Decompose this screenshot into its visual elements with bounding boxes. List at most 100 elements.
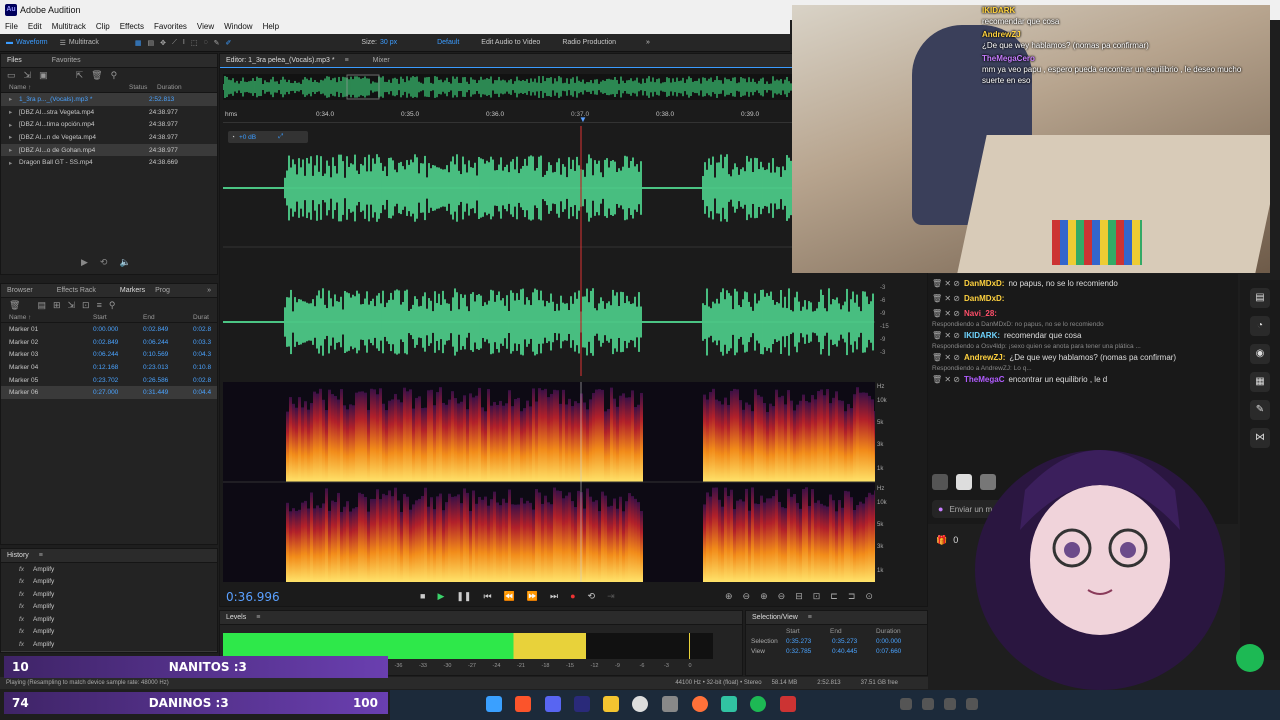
editor-tab[interactable]: Editor: 1_3ra pelea_(Vocals).mp3 * xyxy=(226,57,335,64)
marker-end[interactable]: 0:31.449 xyxy=(143,389,193,396)
mixer-tab[interactable]: Mixer xyxy=(373,57,390,64)
time-selection-icon[interactable]: I xyxy=(183,39,185,47)
fast-forward-icon[interactable]: ⏩ xyxy=(527,591,538,602)
layout-icon[interactable]: ▦ xyxy=(1250,372,1270,392)
chat-username[interactable]: DanMDxD: xyxy=(964,294,1004,303)
marker-duration[interactable]: 0:03.3 xyxy=(193,339,211,346)
tray-icon[interactable] xyxy=(922,698,934,710)
mic-icon[interactable]: ● xyxy=(938,504,943,514)
streamlabs-icon[interactable] xyxy=(721,696,737,712)
menu-favorites[interactable]: Favorites xyxy=(149,20,192,34)
play-icon[interactable]: ▶ xyxy=(437,591,444,602)
obs-icon[interactable] xyxy=(632,696,648,712)
lasso-icon[interactable]: ◌ xyxy=(203,39,207,47)
marker-item[interactable]: Marker 02 0:02.849 0:06.244 0:03.3 xyxy=(1,336,217,349)
marker-insert-icon[interactable]: ▤ xyxy=(37,300,46,311)
chat-username[interactable]: IKIDARK: xyxy=(964,331,1000,340)
record-icon[interactable]: ● xyxy=(570,591,575,602)
history-item[interactable]: fxDelete Audio xyxy=(1,650,217,652)
menu-window[interactable]: Window xyxy=(219,20,257,34)
marker-start[interactable]: 0:00.000 xyxy=(93,326,143,333)
levels-menu-icon[interactable]: ≡ xyxy=(256,614,260,621)
chat-username[interactable]: AndrewZJ: xyxy=(964,353,1005,362)
mod-actions-icon[interactable]: 🗑 ✕ ⊘ xyxy=(932,279,960,288)
history-item[interactable]: fx Amplify xyxy=(1,576,217,589)
view-start[interactable]: 0:32.785 xyxy=(786,648,832,655)
file-explorer-icon[interactable] xyxy=(603,696,619,712)
delete-icon[interactable]: 🗑 xyxy=(91,70,102,81)
overview-waveform[interactable] xyxy=(223,74,793,100)
workspace-radio-production[interactable]: Radio Production xyxy=(562,39,616,46)
file-item[interactable]: ▸ [DBZ AI...o de Gohan.mp4 24:38.977 xyxy=(1,143,217,157)
go-to-start-icon[interactable]: ⏮ xyxy=(483,591,491,602)
selection-duration[interactable]: 0:00.000 xyxy=(876,638,901,645)
zoom-left-icon[interactable]: ⊏ xyxy=(830,591,838,602)
workspace-default[interactable]: Default xyxy=(437,39,459,46)
tab-markers[interactable]: Markers xyxy=(120,287,145,294)
marker-end[interactable]: 0:26.586 xyxy=(143,377,193,384)
tray-icon[interactable] xyxy=(944,698,956,710)
zoom-in-time-icon[interactable]: ⊕ xyxy=(760,591,768,602)
marker-start[interactable]: 0:06.244 xyxy=(93,351,143,358)
expand-icon[interactable]: ▸ xyxy=(9,133,19,141)
selection-menu-icon[interactable]: ≡ xyxy=(808,614,812,621)
history-item[interactable]: fx Amplify xyxy=(1,638,217,651)
points-counter[interactable]: 🎁 0 xyxy=(936,535,958,546)
history-item[interactable]: fx Amplify xyxy=(1,613,217,626)
menu-view[interactable]: View xyxy=(192,20,219,34)
mod-actions-icon[interactable]: 🗑 ✕ ⊘ xyxy=(932,375,960,384)
zoom-selection-icon[interactable]: ⊡ xyxy=(813,591,821,602)
go-to-end-icon[interactable]: ⏭ xyxy=(550,591,558,602)
size-value[interactable]: 30 px xyxy=(380,39,397,46)
tray-icon[interactable] xyxy=(900,698,912,710)
mod-actions-icon[interactable]: 🗑 ✕ ⊘ xyxy=(932,331,960,340)
marker-merge-icon[interactable]: ⊞ xyxy=(53,300,61,311)
file-item[interactable]: ▸ 1_3ra p..._(Vocals).mp3 * 2:52.813 xyxy=(1,93,217,106)
expand-icon[interactable]: ▸ xyxy=(9,95,19,103)
marker-search-icon[interactable]: ⚲ xyxy=(109,300,116,311)
tab-favorites[interactable]: Favorites xyxy=(52,57,81,64)
waveform-view-button[interactable]: ▬ Waveform xyxy=(0,37,54,48)
marquee-icon[interactable]: ⬚ xyxy=(191,39,198,47)
editor-tab-menu-icon[interactable]: ≡ xyxy=(345,57,349,64)
history-item[interactable]: fx Amplify xyxy=(1,563,217,576)
expand-icon[interactable]: ▸ xyxy=(9,159,19,167)
mod-actions-icon[interactable]: 🗑 ✕ ⊘ xyxy=(932,353,960,362)
tab-browser[interactable]: Browser xyxy=(7,287,33,294)
app-icon[interactable] xyxy=(780,696,796,712)
stop-icon[interactable]: ■ xyxy=(420,591,425,602)
play-preview-icon[interactable]: ▶ xyxy=(81,257,88,268)
auto-play-icon[interactable]: 🔈 xyxy=(119,257,130,268)
marker-playlist-icon[interactable]: ≡ xyxy=(97,300,102,310)
expand-icon[interactable]: ▸ xyxy=(9,121,19,129)
zoom-out-amplitude-icon[interactable]: ⊖ xyxy=(743,591,751,602)
skip-selection-icon[interactable]: ⇥ xyxy=(607,591,615,602)
marker-end[interactable]: 0:23.013 xyxy=(143,364,193,371)
open-file-icon[interactable]: ▭ xyxy=(7,70,16,81)
marker-start[interactable]: 0:02.849 xyxy=(93,339,143,346)
brush-icon[interactable]: ✎ xyxy=(214,39,220,47)
marker-item[interactable]: Marker 05 0:23.702 0:26.586 0:02.8 xyxy=(1,374,217,387)
panel-more-icon[interactable]: » xyxy=(207,287,211,294)
marker-start[interactable]: 0:27.000 xyxy=(93,389,143,396)
marker-end[interactable]: 0:10.569 xyxy=(143,351,193,358)
marker-item[interactable]: Marker 06 0:27.000 0:31.449 0:04.4 xyxy=(1,386,217,400)
spotify-icon[interactable] xyxy=(750,696,766,712)
file-item[interactable]: ▸ [DBZ AI...tima opción.mp4 24:38.977 xyxy=(1,118,217,131)
pause-icon[interactable]: ❚❚ xyxy=(456,591,471,602)
view-end[interactable]: 0:40.445 xyxy=(832,648,876,655)
marker-batch-icon[interactable]: ⊡ xyxy=(82,300,90,311)
zoom-reset-icon[interactable]: ⊙ xyxy=(865,591,873,602)
spectral-display-icon[interactable]: ▦ xyxy=(135,39,142,47)
loop-icon[interactable]: ⟲ xyxy=(588,591,596,602)
marker-end[interactable]: 0:02.849 xyxy=(143,326,193,333)
tab-effects-rack[interactable]: Effects Rack xyxy=(57,287,96,294)
move-tool-icon[interactable]: ✥ xyxy=(160,39,166,47)
spot-healing-icon[interactable]: ✐ xyxy=(226,39,232,47)
insert-icon[interactable]: ⇱ xyxy=(76,70,84,81)
menu-edit[interactable]: Edit xyxy=(23,20,47,34)
playhead-marker-icon[interactable]: ▼ xyxy=(579,115,587,124)
emote-icon[interactable] xyxy=(932,474,948,490)
audition-taskbar-icon[interactable] xyxy=(574,696,590,712)
tab-properties[interactable]: Prog xyxy=(155,287,170,294)
